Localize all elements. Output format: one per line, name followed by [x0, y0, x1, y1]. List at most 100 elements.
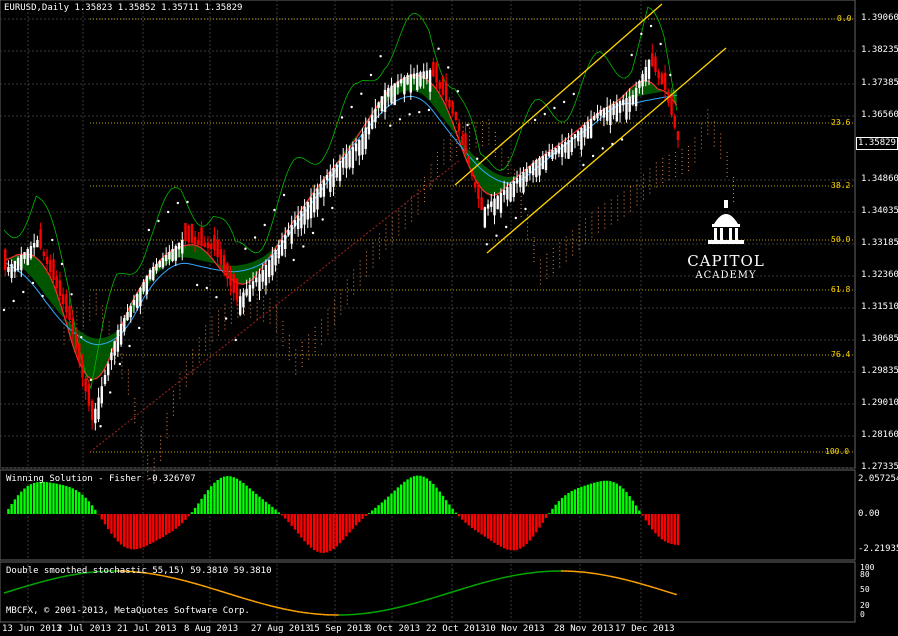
candle-body — [647, 60, 651, 79]
fisher-bar — [216, 479, 219, 514]
kumo-dot — [481, 124, 484, 127]
kumo-dot — [256, 306, 258, 308]
fisher-bar — [354, 514, 358, 526]
kumo-dot — [732, 196, 735, 199]
stoch-segment — [29, 583, 34, 586]
candle-body — [361, 133, 364, 155]
kumo-dot — [205, 349, 207, 351]
kumo-dot — [217, 330, 220, 332]
fisher-bar — [68, 487, 71, 514]
kumo-dot — [140, 446, 142, 448]
fisher-bar — [107, 514, 110, 530]
psar-dot — [340, 116, 344, 119]
kumo-dot — [732, 192, 735, 195]
kumo-dot — [668, 174, 670, 177]
candle-body — [68, 305, 71, 320]
psar-dot — [659, 42, 662, 46]
kumo-dot — [269, 314, 271, 316]
fisher-bar — [599, 481, 602, 514]
candle-body — [538, 158, 541, 176]
stoch-segment — [502, 576, 507, 579]
kumo-dot — [642, 182, 645, 184]
kumo-dot — [456, 150, 458, 153]
kumo-dot — [308, 342, 310, 344]
stoch-segment — [641, 583, 645, 586]
kumo-dot — [411, 208, 413, 210]
fisher-bar — [193, 507, 197, 514]
kumo-dot — [449, 151, 451, 153]
kumo-dot — [211, 340, 213, 342]
fisher-bar — [564, 495, 567, 514]
kumo-dot — [134, 401, 136, 404]
fisher-bar — [129, 514, 132, 550]
stoch-segment — [647, 585, 652, 588]
kumo-dot — [475, 142, 477, 144]
kumo-dot — [591, 228, 593, 230]
kumo-dot — [707, 109, 709, 111]
kumo-dot — [127, 377, 129, 379]
fisher-bar — [293, 514, 297, 530]
kumo-dot — [147, 459, 149, 461]
fisher-bar — [287, 514, 290, 523]
kumo-dot — [166, 429, 168, 431]
kumo-dot — [121, 353, 123, 355]
fisher-bar — [258, 496, 261, 514]
kumo-dot — [140, 426, 142, 428]
kumo-dot — [198, 361, 200, 363]
kumo-dot — [398, 210, 400, 212]
kumo-dot — [372, 242, 374, 244]
candle-body — [100, 386, 103, 404]
fisher-bar — [448, 504, 451, 514]
kumo-dot — [353, 273, 355, 275]
psar-dot — [427, 108, 431, 112]
fisher-bar — [71, 488, 74, 514]
fisher-bar — [541, 514, 544, 523]
candle-body — [615, 102, 619, 122]
kumo-dot — [687, 153, 690, 156]
candle-body — [274, 250, 277, 266]
stoch-segment — [512, 574, 516, 577]
candle-body — [593, 116, 596, 121]
candle-body — [676, 131, 680, 140]
kumo-dot — [179, 389, 181, 391]
candle-body — [663, 72, 667, 90]
kumo-dot — [295, 369, 297, 371]
kumo-dot — [469, 131, 471, 133]
candle-body — [287, 230, 290, 236]
kumo-dot — [572, 242, 574, 244]
psar-dot — [572, 92, 575, 96]
kumo-dot — [365, 267, 368, 269]
kumo-dot — [185, 361, 187, 363]
fisher-bar — [219, 477, 223, 514]
price-axis-label: 1.38235 — [861, 45, 898, 55]
psar-dot — [321, 218, 324, 221]
kumo-dot — [552, 259, 554, 262]
kumo-dot — [539, 259, 542, 261]
candle-body — [20, 255, 23, 271]
kumo-dot — [359, 268, 361, 270]
psar-dot — [398, 118, 402, 121]
kumo-dot — [533, 236, 535, 239]
kumo-dot — [275, 314, 278, 316]
kumo-dot — [237, 312, 239, 314]
kumo-dot — [346, 303, 348, 305]
fisher-bar — [358, 514, 361, 523]
chikou-line — [3, 6, 678, 390]
kumo-dot — [423, 176, 426, 179]
fisher-bar — [583, 485, 586, 514]
fisher-bar — [531, 514, 535, 537]
stoch-segment — [287, 608, 291, 612]
kumo-dot — [417, 197, 419, 199]
kumo-dot — [649, 168, 651, 170]
fisher-bar — [573, 489, 577, 514]
kumo-dot — [494, 131, 496, 134]
chart-canvas[interactable] — [0, 0, 898, 636]
kumo-dot — [230, 306, 232, 308]
fisher-bar — [441, 495, 445, 514]
candle-body — [399, 79, 403, 84]
fisher-bar — [348, 514, 351, 533]
kumo-dot — [481, 120, 484, 123]
candle-body — [16, 258, 20, 271]
candle-body — [36, 240, 39, 248]
kumo-dot — [172, 414, 175, 416]
